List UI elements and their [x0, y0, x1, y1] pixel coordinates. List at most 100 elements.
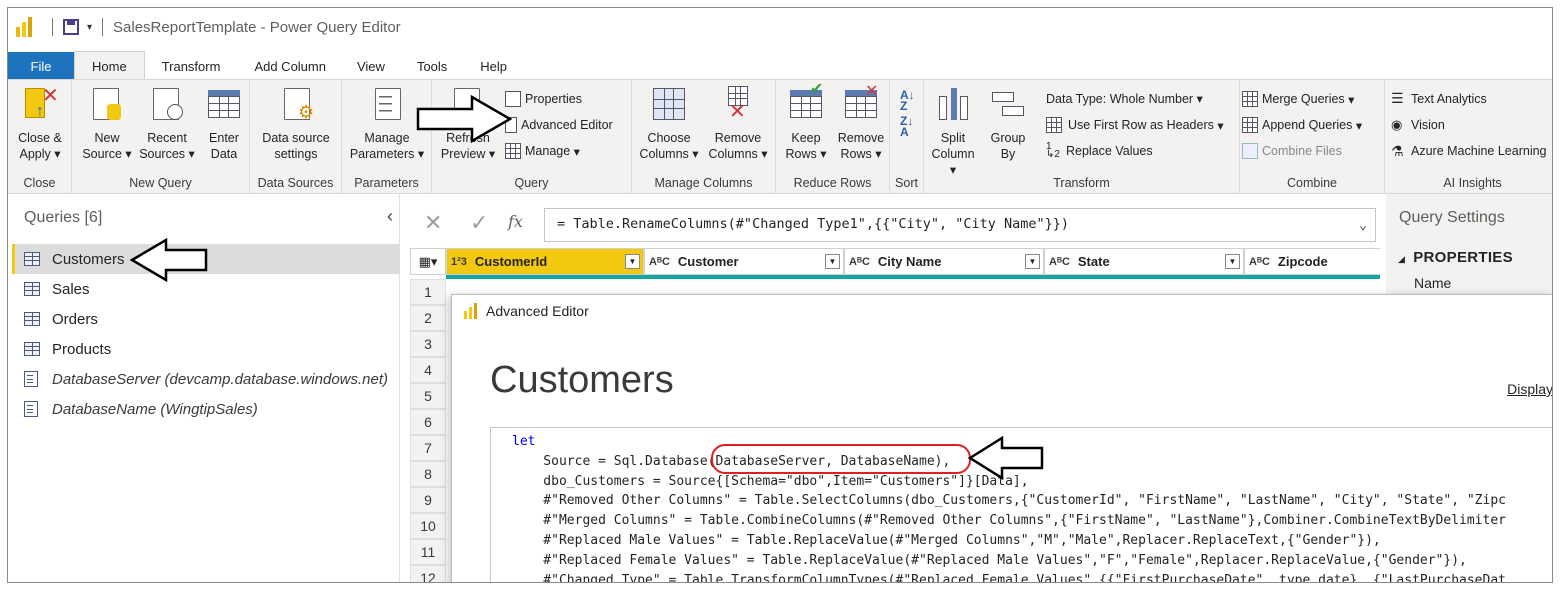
quick-access-dropdown-icon[interactable]: ▾	[87, 22, 92, 33]
replace-values-button[interactable]: 1 ↳2 Replace Values	[1046, 141, 1153, 160]
tab-transform[interactable]: Transform	[145, 52, 238, 80]
data-source-settings-button[interactable]: ⚙ Data source settings	[254, 86, 338, 162]
column-header-state[interactable]: AᴮC State ▼	[1044, 248, 1244, 275]
use-first-row-headers-button[interactable]: Use First Row as Headers ▾	[1046, 117, 1224, 133]
first-row-headers-icon	[1046, 117, 1062, 133]
row-number[interactable]: 5	[410, 383, 446, 409]
filter-dropdown-icon[interactable]: ▼	[825, 254, 840, 269]
ribbon: ✕ ↑ Close & Apply ▾ Close New Source ▾ R…	[8, 79, 1552, 194]
remove-columns-label-2: Columns ▾	[708, 147, 768, 161]
group-by-label: Group	[990, 131, 1026, 145]
close-apply-icon: ✕ ↑	[22, 86, 59, 124]
group-by-button[interactable]: Group By	[982, 86, 1034, 162]
sort-descending-icon: Z↓ A	[900, 114, 914, 139]
remove-rows-label: Remove	[837, 131, 885, 145]
text-type-icon[interactable]: AᴮC	[849, 256, 870, 268]
new-source-button[interactable]: New Source ▾	[82, 86, 132, 162]
row-number[interactable]: 1	[410, 279, 446, 305]
cancel-formula-icon[interactable]: ✕	[424, 210, 442, 236]
azure-ml-button[interactable]: ⚗ Azure Machine Learning	[1391, 143, 1547, 159]
close-apply-button[interactable]: ✕ ↑ Close & Apply ▾	[12, 86, 68, 162]
column-header-customer[interactable]: AᴮC Customer ▼	[644, 248, 844, 275]
collapse-triangle-icon[interactable]: ◢	[1398, 254, 1405, 264]
table-menu-icon[interactable]: ▦▾	[410, 248, 446, 275]
split-column-button[interactable]: Split Column ▾	[928, 86, 978, 178]
tab-file[interactable]: File	[8, 52, 74, 80]
properties-section[interactable]: ◢ PROPERTIES	[1398, 249, 1513, 266]
column-header-city-name[interactable]: AᴮC City Name ▼	[844, 248, 1044, 275]
ribbon-group-combine: Merge Queries ▾ Append Queries ▾ Combine…	[1240, 80, 1385, 193]
azure-ml-label: Azure Machine Learning	[1411, 144, 1547, 158]
column-header-customerid[interactable]: 1²3 CustomerId ▼	[446, 248, 644, 275]
row-number[interactable]: 6	[410, 409, 446, 435]
callout-arrow-parameters	[968, 436, 1044, 481]
power-query-window: ▾ SalesReportTemplate - Power Query Edit…	[7, 7, 1553, 583]
data-source-settings-label: Data source	[262, 131, 330, 145]
display-options-link[interactable]: Display	[1507, 381, 1552, 397]
vision-button[interactable]: ◉ Vision	[1391, 117, 1445, 133]
enter-data-button[interactable]: Enter Data	[202, 86, 246, 162]
remove-rows-button[interactable]: ✕ Remove Rows ▾	[834, 83, 888, 162]
filter-dropdown-icon[interactable]: ▼	[1225, 254, 1240, 269]
replace-values-label: Replace Values	[1066, 144, 1153, 158]
recent-sources-button[interactable]: Recent Sources ▾	[134, 86, 200, 162]
recent-sources-icon	[149, 86, 185, 124]
queries-pane: Queries [6] ‹ Customers Sales Orders Pro…	[8, 194, 400, 582]
sort-ascending-button[interactable]: A↓ Z	[900, 89, 915, 112]
row-number[interactable]: 11	[410, 539, 446, 565]
advanced-editor-button[interactable]: Advanced Editor	[505, 117, 613, 133]
row-number[interactable]: 4	[410, 357, 446, 383]
filter-dropdown-icon[interactable]: ▼	[1025, 254, 1040, 269]
expand-formula-chevron-icon[interactable]: ⌄	[1359, 218, 1367, 233]
commit-formula-icon[interactable]: ✓	[470, 210, 488, 236]
query-item-database-name[interactable]: DatabaseName (WingtipSales)	[12, 394, 400, 424]
advanced-editor-query-name: Customers	[490, 359, 674, 401]
keep-rows-button[interactable]: ✔ Keep Rows ▾	[778, 82, 834, 162]
ribbon-group-reduce-rows: ✔ Keep Rows ▾ ✕ Remove Rows ▾ Reduce Row…	[776, 80, 890, 193]
query-item-products[interactable]: Products	[12, 334, 400, 364]
ribbon-group-new-query: New Source ▾ Recent Sources ▾ Enter Data	[72, 80, 250, 193]
group-label-new-query: New Query	[129, 176, 192, 190]
text-type-icon[interactable]: AᴮC	[649, 256, 670, 268]
row-number[interactable]: 3	[410, 331, 446, 357]
column-header-zipcode[interactable]: AᴮC Zipcode	[1244, 248, 1380, 275]
choose-columns-icon	[651, 86, 687, 124]
data-type-dropdown[interactable]: Data Type: Whole Number ▾	[1046, 91, 1203, 107]
merge-queries-button[interactable]: Merge Queries ▾	[1242, 91, 1354, 107]
query-item-database-server[interactable]: DatabaseServer (devcamp.database.windows…	[12, 364, 400, 394]
close-apply-label: Close &	[18, 131, 62, 145]
text-type-icon[interactable]: AᴮC	[1249, 256, 1270, 268]
tab-tools[interactable]: Tools	[399, 52, 465, 80]
save-icon[interactable]	[63, 19, 79, 35]
choose-columns-button[interactable]: Choose Columns ▾	[636, 86, 702, 162]
text-analytics-button[interactable]: ☰ Text Analytics	[1391, 91, 1487, 107]
manage-icon	[505, 143, 521, 159]
remove-columns-button[interactable]: ✕ Remove Columns ▾	[704, 86, 772, 162]
fx-icon[interactable]: fx	[508, 212, 523, 231]
remove-columns-label: Remove	[714, 131, 762, 145]
tab-help[interactable]: Help	[465, 52, 522, 80]
whole-number-type-icon[interactable]: 1²3	[451, 256, 467, 268]
callout-arrow-advanced-editor	[416, 95, 512, 143]
properties-button[interactable]: Properties	[505, 91, 582, 107]
combine-files-icon	[1242, 143, 1258, 159]
manage-query-button[interactable]: Manage ▾	[505, 143, 580, 159]
row-number[interactable]: 2	[410, 305, 446, 331]
tab-home[interactable]: Home	[74, 51, 145, 80]
row-number[interactable]: 12	[410, 565, 446, 582]
tab-view[interactable]: View	[343, 52, 399, 80]
row-number[interactable]: 9	[410, 487, 446, 513]
sort-descending-button[interactable]: Z↓ A	[900, 114, 914, 139]
group-label-query: Query	[514, 176, 549, 190]
filter-dropdown-icon[interactable]: ▼	[625, 254, 640, 269]
collapse-chevron-icon[interactable]: ‹	[387, 206, 393, 227]
append-queries-button[interactable]: Append Queries ▾	[1242, 117, 1362, 133]
query-item-orders[interactable]: Orders	[12, 304, 400, 334]
row-number[interactable]: 8	[410, 461, 446, 487]
replace-values-icon: 1 ↳2	[1046, 141, 1060, 160]
formula-input[interactable]: = Table.RenameColumns(#"Changed Type1",{…	[544, 208, 1376, 242]
row-number[interactable]: 10	[410, 513, 446, 539]
row-number[interactable]: 7	[410, 435, 446, 461]
text-type-icon[interactable]: AᴮC	[1049, 256, 1070, 268]
tab-add-column[interactable]: Add Column	[237, 52, 343, 80]
